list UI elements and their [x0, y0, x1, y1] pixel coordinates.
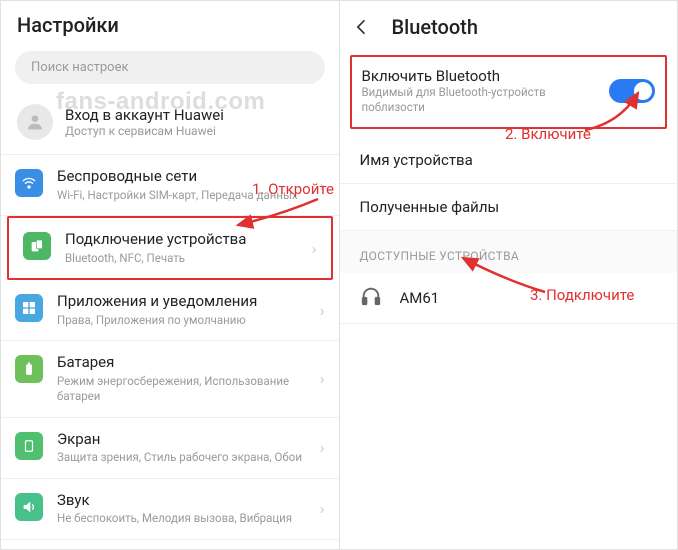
item-sub: Не беспокоить, Мелодия вызова, Вибрация: [57, 511, 316, 527]
device-name: AM61: [400, 289, 440, 307]
device-name-row[interactable]: Имя устройства: [340, 137, 678, 184]
settings-item-battery[interactable]: Батарея Режим энергосбережения, Использо…: [1, 341, 339, 418]
chevron-right-icon: ›: [312, 239, 317, 258]
wifi-icon: [15, 169, 43, 197]
chevron-right-icon: ›: [320, 438, 325, 457]
chevron-right-icon: ›: [320, 176, 325, 195]
chevron-right-icon: ›: [320, 499, 325, 518]
item-title: Приложения и уведомления: [57, 292, 316, 312]
account-title: Вход в аккаунт Huawei: [65, 106, 323, 124]
settings-item-wireless[interactable]: Беспроводные сети Wi-Fi, Настройки SIM-к…: [1, 155, 339, 216]
apps-icon: [15, 294, 43, 322]
chevron-right-icon: ›: [320, 301, 325, 320]
connection-icon: [23, 232, 51, 260]
item-sub: Wi-Fi, Настройки SIM-карт, Передача данн…: [57, 188, 316, 204]
bluetooth-title: Bluetooth: [392, 15, 478, 39]
item-title: Звук: [57, 491, 316, 511]
settings-item-screen[interactable]: Экран Защита зрения, Стиль рабочего экра…: [1, 418, 339, 479]
battery-icon: [15, 355, 43, 383]
device-item-am61[interactable]: AM61: [340, 273, 678, 324]
settings-item-sound[interactable]: Звук Не беспокоить, Мелодия вызова, Вибр…: [1, 479, 339, 540]
received-files-row[interactable]: Полученные файлы: [340, 184, 678, 231]
item-sub: Права, Приложения по умолчанию: [57, 313, 316, 329]
settings-item-memory[interactable]: Память Память, Очистка памяти ›: [1, 540, 339, 549]
chevron-right-icon: ›: [320, 369, 325, 388]
account-row[interactable]: Вход в аккаунт Huawei Доступ к сервисам …: [1, 96, 339, 155]
settings-title: Настройки: [1, 1, 339, 47]
item-title: Экран: [57, 430, 316, 450]
settings-panel: Настройки Поиск настроек Вход в аккаунт …: [1, 1, 340, 549]
bluetooth-enable-row[interactable]: Включить Bluetooth Видимый для Bluetooth…: [350, 55, 668, 129]
item-title: Батарея: [57, 353, 316, 373]
bluetooth-toggle[interactable]: [609, 79, 655, 103]
screen-icon: [15, 432, 43, 460]
item-sub: Bluetooth, NFC, Печать: [65, 251, 308, 267]
enable-sub: Видимый для Bluetooth-устройств поблизос…: [362, 85, 610, 115]
avatar: [17, 104, 53, 140]
available-devices-label: ДОСТУПНЫЕ УСТРОЙСТВА: [340, 231, 678, 273]
account-sub: Доступ к сервисам Huawei: [65, 124, 323, 138]
search-input[interactable]: Поиск настроек: [15, 51, 325, 84]
back-arrow-icon[interactable]: [352, 17, 372, 37]
bluetooth-header: Bluetooth: [340, 1, 678, 51]
enable-title: Включить Bluetooth: [362, 67, 610, 85]
sound-icon: [15, 493, 43, 521]
settings-item-device-connection[interactable]: Подключение устройства Bluetooth, NFC, П…: [7, 216, 333, 280]
bluetooth-panel: Bluetooth Включить Bluetooth Видимый для…: [340, 1, 678, 549]
item-title: Беспроводные сети: [57, 167, 316, 187]
headphones-icon: [360, 285, 382, 311]
item-sub: Защита зрения, Стиль рабочего экрана, Об…: [57, 450, 316, 466]
settings-item-apps[interactable]: Приложения и уведомления Права, Приложен…: [1, 280, 339, 341]
item-title: Подключение устройства: [65, 230, 308, 250]
item-sub: Режим энергосбережения, Использование ба…: [57, 374, 316, 405]
